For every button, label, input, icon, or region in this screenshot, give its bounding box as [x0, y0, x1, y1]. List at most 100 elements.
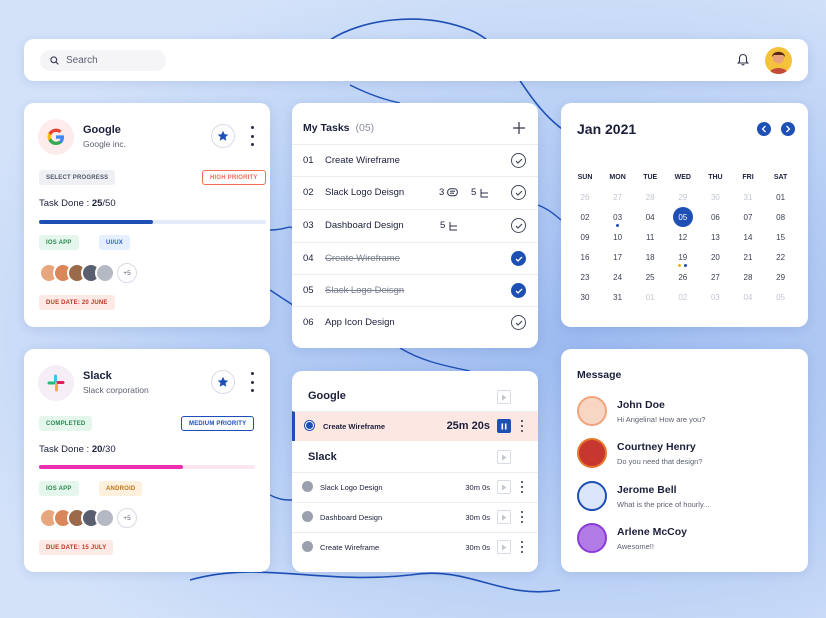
calendar-day[interactable]: 26 [573, 187, 597, 207]
calendar-day[interactable]: 26 [671, 267, 695, 287]
more-options-icon[interactable] [249, 372, 255, 392]
task-checkbox-checked[interactable] [511, 283, 526, 298]
timer-row[interactable]: Slack Logo Design 30m 0s [292, 472, 538, 502]
calendar-day[interactable]: 08 [769, 207, 793, 227]
project-card-slack[interactable]: Slack Slack corporation COMPLETED MEDIUM… [24, 349, 270, 572]
calendar-day[interactable]: 22 [769, 247, 793, 267]
favorite-button[interactable] [211, 370, 235, 394]
task-checkbox[interactable] [511, 315, 526, 330]
calendar-day[interactable]: 02 [671, 287, 695, 307]
calendar-day-selected[interactable]: 05 [672, 207, 693, 227]
calendar-day[interactable]: 28 [638, 187, 662, 207]
calendar-day[interactable]: 17 [606, 247, 630, 267]
calendar-day[interactable]: 05 [769, 287, 793, 307]
calendar-day[interactable]: 29 [671, 187, 695, 207]
more-options-icon[interactable] [520, 481, 524, 493]
task-row[interactable]: 03 Dashboard Design 5 [292, 209, 538, 241]
prev-month-button[interactable] [757, 122, 771, 136]
subtask-count: 5 [471, 187, 489, 198]
play-button[interactable] [497, 480, 511, 494]
calendar-day[interactable]: 14 [736, 227, 760, 247]
star-icon [217, 376, 229, 387]
task-row[interactable]: 04 Create Wireframe [292, 242, 538, 274]
message-item[interactable]: John Doe Hi Angelina! How are you? [577, 396, 797, 430]
calendar-day[interactable]: 28 [736, 267, 760, 287]
play-button[interactable] [497, 510, 511, 524]
bell-icon[interactable] [737, 53, 749, 66]
priority-badge: MEDIUM PRIORITY [181, 416, 255, 431]
play-button[interactable] [497, 540, 511, 554]
calendar-day[interactable]: 03 [703, 287, 727, 307]
more-options-icon[interactable] [520, 511, 524, 523]
task-checkbox[interactable] [511, 153, 526, 168]
calendar-day[interactable]: 04 [638, 207, 662, 227]
task-progress-bar [39, 465, 255, 469]
calendar-day[interactable]: 31 [736, 187, 760, 207]
timer-row[interactable]: Create Wireframe 25m 20s [292, 411, 538, 441]
calendar-day[interactable]: 07 [736, 207, 760, 227]
team-avatars[interactable]: +5 [39, 508, 137, 528]
next-month-button[interactable] [781, 122, 795, 136]
user-avatar[interactable] [765, 47, 792, 74]
calendar-day[interactable]: 30 [703, 187, 727, 207]
timer-row[interactable]: Dashboard Design 30m 0s [292, 502, 538, 532]
message-item[interactable]: Courtney Henry Do you need that design? [577, 438, 797, 472]
calendar-day[interactable]: 23 [573, 267, 597, 287]
calendar-day[interactable]: 19 [671, 247, 695, 267]
task-row[interactable]: 01 Create Wireframe [292, 144, 538, 176]
task-row[interactable]: 02 Slack Logo Deisgn 3 5 [292, 176, 538, 208]
tag-ios-app: IOS APP [39, 235, 79, 250]
calendar-day[interactable]: 06 [703, 207, 727, 227]
calendar-day[interactable]: 13 [703, 227, 727, 247]
message-item[interactable]: Jerome Bell What is the price of hourly.… [577, 481, 797, 515]
calendar-day[interactable]: 20 [703, 247, 727, 267]
weekday-label: FRI [742, 173, 754, 181]
calendar-day[interactable]: 29 [769, 267, 793, 287]
play-button[interactable] [497, 450, 511, 464]
calendar-day[interactable]: 24 [606, 267, 630, 287]
calendar-day[interactable]: 21 [736, 247, 760, 267]
task-done-text: Task Done : 25/50 [39, 198, 116, 209]
pause-button[interactable] [497, 419, 511, 433]
task-row[interactable]: 05 Slack Logo Deisgn [292, 274, 538, 306]
add-task-icon[interactable] [512, 121, 526, 135]
more-options-icon[interactable] [520, 541, 524, 553]
task-row[interactable]: 06 App Icon Design [292, 306, 538, 338]
more-options-icon[interactable] [520, 420, 524, 432]
task-checkbox-checked[interactable] [511, 251, 526, 266]
calendar-day[interactable]: 16 [573, 247, 597, 267]
task-checkbox[interactable] [511, 185, 526, 200]
search-input[interactable]: Search [40, 50, 166, 71]
play-button[interactable] [497, 390, 511, 404]
calendar-day[interactable]: 27 [606, 187, 630, 207]
project-card-google[interactable]: Google Google inc. SELECT PROGRESS HIGH … [24, 103, 270, 327]
team-avatars[interactable]: +5 [39, 263, 137, 283]
more-options-icon[interactable] [249, 126, 255, 146]
calendar-day[interactable]: 12 [671, 227, 695, 247]
calendar-day[interactable]: 01 [769, 187, 793, 207]
weekday-label: MON [609, 173, 626, 181]
task-done-text: Task Done : 20/30 [39, 444, 116, 455]
subtask-icon [480, 188, 489, 197]
calendar-day[interactable]: 11 [638, 227, 662, 247]
avatar [577, 523, 607, 553]
timer-row[interactable]: Create Wireframe 30m 0s [292, 532, 538, 562]
calendar-day[interactable]: 18 [638, 247, 662, 267]
messages-title: Message [577, 369, 622, 381]
calendar-day[interactable]: 15 [769, 227, 793, 247]
calendar-day[interactable]: 31 [606, 287, 630, 307]
calendar-day[interactable]: 10 [606, 227, 630, 247]
message-item[interactable]: Arlene McCoy Awesome!! [577, 523, 797, 557]
calendar-day[interactable]: 30 [573, 287, 597, 307]
calendar-day[interactable]: 04 [736, 287, 760, 307]
calendar-day[interactable]: 25 [638, 267, 662, 287]
calendar-day[interactable]: 27 [703, 267, 727, 287]
calendar-day[interactable]: 09 [573, 227, 597, 247]
calendar-day[interactable]: 01 [638, 287, 662, 307]
task-checkbox[interactable] [511, 218, 526, 233]
more-members-count: +5 [117, 508, 137, 528]
calendar-day[interactable]: 02 [573, 207, 597, 227]
weekday-label: THU [708, 173, 723, 181]
avatar [577, 438, 607, 468]
favorite-button[interactable] [211, 124, 235, 148]
